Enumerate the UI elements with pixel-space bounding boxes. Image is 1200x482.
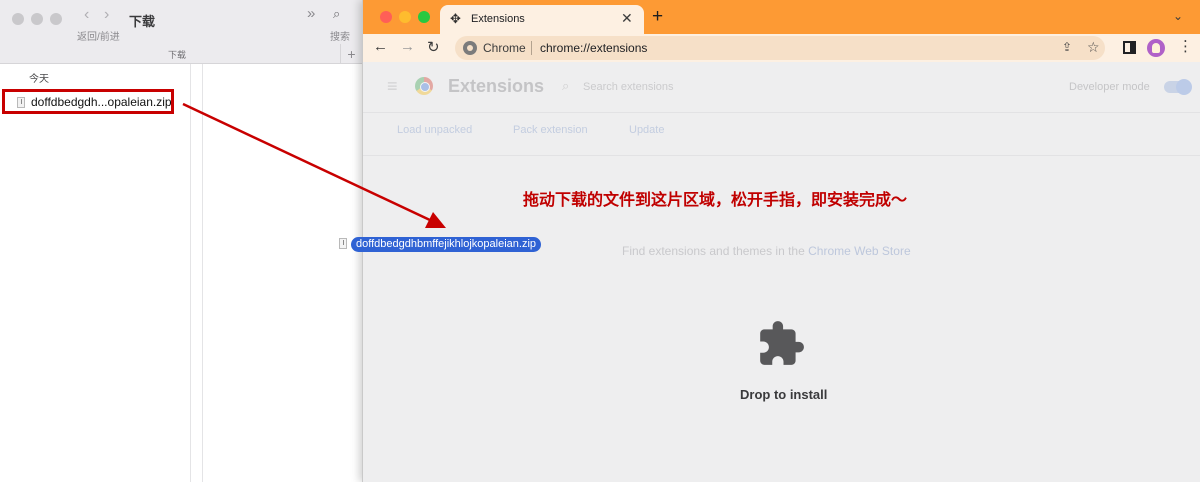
puzzle-icon	[760, 321, 804, 365]
chevron-down-icon[interactable]: ⌄	[1173, 9, 1183, 23]
drop-to-install-label: Drop to install	[740, 387, 828, 402]
chrome-logo-icon	[463, 41, 477, 55]
file-name: doffdbedgdh...opaleian.zip	[31, 95, 172, 109]
browser-toolbar: ← → ↻ Chrome chrome://extensions ⇪ ☆ ⋮	[363, 34, 1200, 62]
close-window-button[interactable]	[12, 13, 24, 25]
dragged-file-name: doffdbedgdhbmffejikhlojkopaleian.zip	[351, 237, 542, 252]
developer-mode-toggle[interactable]	[1164, 79, 1192, 95]
minimize-window-button[interactable]	[31, 13, 43, 25]
side-panel-icon[interactable]	[1123, 41, 1136, 54]
update-button[interactable]: Update	[629, 124, 664, 136]
web-store-prefix: Find extensions and themes in the	[622, 244, 809, 258]
address-scheme: Chrome	[483, 41, 526, 55]
puzzle-icon: ✥	[450, 11, 461, 26]
search-icon: ⌕	[562, 78, 570, 93]
search-extensions-input[interactable]	[583, 75, 983, 99]
back-arrow-icon[interactable]: ←	[373, 38, 388, 55]
reload-icon[interactable]: ↻	[427, 38, 440, 56]
tab-extensions[interactable]: ✥ Extensions ✕	[440, 5, 644, 34]
instruction-annotation: 拖动下载的文件到这片区域，松开手指，即安装完成～	[523, 192, 908, 209]
address-bar[interactable]: Chrome chrome://extensions ⇪ ☆	[455, 36, 1105, 60]
header-divider	[363, 112, 1200, 113]
column-divider	[202, 64, 203, 482]
file-list-item[interactable]: doffdbedgdh...opaleian.zip	[2, 89, 174, 114]
finder-window-title: 下载	[129, 14, 156, 29]
finder-toolbar: ‹ › 下载 返回/前进 » ⌕ 搜索 下载 +	[0, 0, 362, 64]
plus-icon[interactable]: +	[340, 44, 362, 64]
double-chevron-icon[interactable]: »	[307, 5, 315, 22]
column-divider	[190, 64, 191, 482]
magnifier-icon[interactable]: ⌕	[333, 6, 340, 22]
date-group-label: 今天	[29, 74, 49, 85]
tab-strip: ✥ Extensions ✕ + ⌄	[363, 0, 1200, 34]
back-forward-label: 返回/前进	[77, 32, 120, 43]
new-tab-button[interactable]: +	[652, 6, 663, 28]
zip-file-icon	[17, 97, 25, 108]
zoom-window-button[interactable]	[418, 11, 430, 23]
pack-extension-button[interactable]: Pack extension	[513, 124, 588, 136]
chevron-left-icon[interactable]: ‹	[84, 6, 89, 24]
zip-file-icon	[339, 238, 347, 249]
minimize-window-button[interactable]	[399, 11, 411, 23]
close-window-button[interactable]	[380, 11, 392, 23]
load-unpacked-button[interactable]: Load unpacked	[397, 124, 472, 136]
tab-title: Extensions	[471, 13, 525, 25]
address-url: chrome://extensions	[540, 41, 648, 55]
finder-tab-downloads[interactable]: 下载	[168, 48, 186, 61]
page-title: Extensions	[448, 76, 545, 96]
zoom-window-button[interactable]	[50, 13, 62, 25]
developer-mode-label: Developer mode	[1069, 81, 1150, 93]
toolbar-divider	[363, 155, 1200, 156]
kebab-menu-icon[interactable]: ⋮	[1178, 37, 1193, 55]
extensions-header: ≡ Extensions ⌕ Developer mode	[363, 62, 1200, 112]
web-store-hint: Find extensions and themes in the Chrome…	[622, 244, 911, 258]
forward-arrow-icon[interactable]: →	[400, 38, 415, 55]
share-icon[interactable]: ⇪	[1062, 40, 1072, 54]
web-store-link[interactable]: Chrome Web Store	[808, 244, 911, 258]
chrome-logo-icon	[415, 77, 433, 95]
search-label: 搜索	[330, 32, 350, 43]
close-icon[interactable]: ✕	[621, 10, 633, 27]
profile-avatar[interactable]	[1147, 39, 1165, 57]
hamburger-menu-icon[interactable]: ≡	[387, 76, 398, 97]
star-icon[interactable]: ☆	[1087, 39, 1100, 56]
finder-window: ‹ › 下载 返回/前进 » ⌕ 搜索 下载 + 今天 doffdbedgdh.…	[0, 0, 362, 482]
chevron-right-icon[interactable]: ›	[104, 6, 109, 24]
address-separator	[531, 41, 532, 55]
